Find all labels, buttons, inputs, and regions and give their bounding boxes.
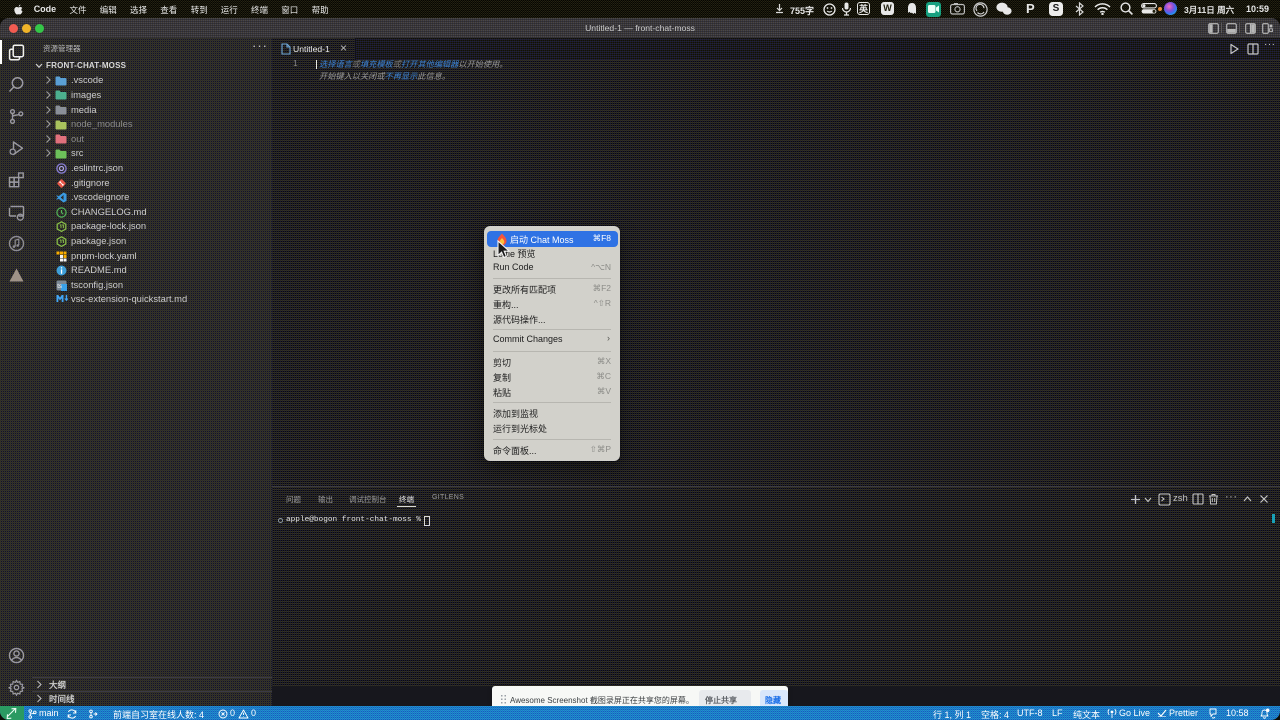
svg-text:ts: ts xyxy=(57,284,62,290)
